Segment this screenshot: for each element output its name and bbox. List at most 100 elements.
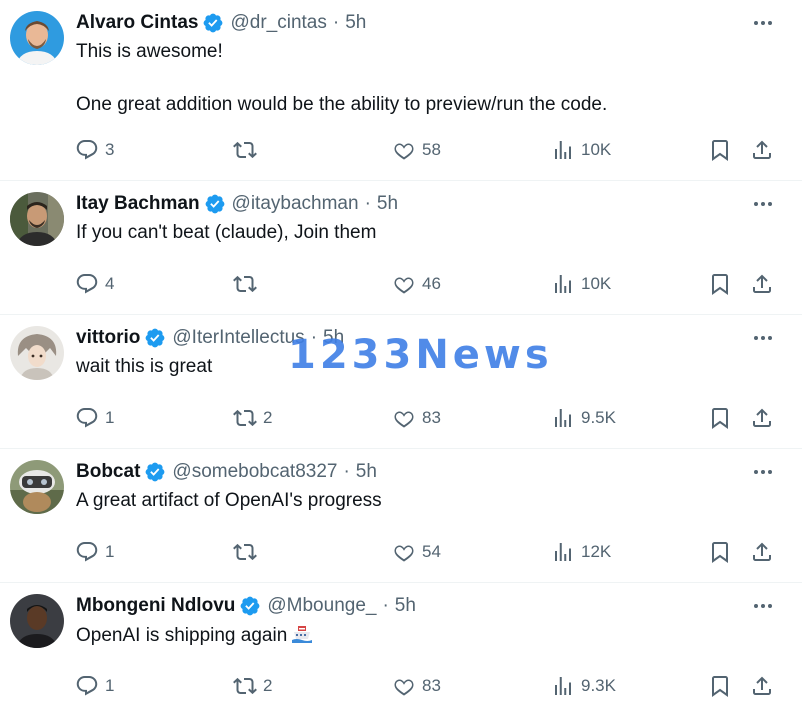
bookmark-icon bbox=[708, 674, 732, 698]
share-icon bbox=[750, 272, 774, 296]
tweet[interactable]: Itay Bachman @itaybachman · 5h If you ca… bbox=[0, 181, 802, 315]
retweet-button[interactable]: 2 bbox=[233, 405, 272, 431]
display-name[interactable]: Mbongeni Ndlovu bbox=[76, 594, 235, 618]
share-button[interactable] bbox=[750, 405, 774, 431]
tweet[interactable]: vittorio @IterIntellectus · 5h wait this… bbox=[0, 315, 802, 449]
display-name[interactable]: Bobcat bbox=[76, 460, 140, 484]
views-count: 10K bbox=[581, 140, 612, 159]
tweet[interactable]: Mbongeni Ndlovu @Mbounge_ · 5h OpenAI is… bbox=[0, 583, 802, 717]
bookmark-button[interactable] bbox=[708, 405, 732, 431]
more-icon[interactable] bbox=[752, 597, 774, 615]
reply-count: 4 bbox=[105, 274, 115, 293]
views-icon bbox=[551, 272, 575, 296]
display-name[interactable]: Itay Bachman bbox=[76, 192, 200, 216]
reply-icon bbox=[75, 272, 99, 296]
views-count: 9.5K bbox=[581, 408, 616, 427]
more-icon[interactable] bbox=[752, 463, 774, 481]
share-button[interactable] bbox=[750, 271, 774, 297]
display-name[interactable]: vittorio bbox=[76, 326, 140, 350]
user-handle[interactable]: @itaybachman bbox=[232, 192, 359, 216]
like-button[interactable]: 58 bbox=[392, 137, 441, 163]
reply-button[interactable]: 1 bbox=[75, 539, 114, 565]
heart-icon bbox=[392, 406, 416, 430]
retweet-icon bbox=[233, 540, 257, 564]
reply-count: 3 bbox=[105, 140, 115, 159]
tweet-actions: 1 54 12K bbox=[0, 539, 802, 565]
more-icon[interactable] bbox=[752, 195, 774, 213]
reply-button[interactable]: 1 bbox=[75, 405, 114, 431]
display-name[interactable]: Alvaro Cintas bbox=[76, 11, 198, 35]
bookmark-icon bbox=[708, 540, 732, 564]
views-icon bbox=[551, 138, 575, 162]
like-button[interactable]: 54 bbox=[392, 539, 441, 565]
views-button[interactable]: 12K bbox=[551, 539, 611, 565]
retweet-icon bbox=[233, 674, 257, 698]
views-button[interactable]: 9.5K bbox=[551, 405, 616, 431]
timestamp[interactable]: 5h bbox=[345, 11, 366, 35]
reply-icon bbox=[75, 674, 99, 698]
share-button[interactable] bbox=[750, 137, 774, 163]
avatar[interactable] bbox=[10, 594, 64, 648]
avatar[interactable] bbox=[10, 192, 64, 246]
reply-button[interactable]: 3 bbox=[75, 137, 114, 163]
like-button[interactable]: 83 bbox=[392, 405, 441, 431]
timestamp[interactable]: 5h bbox=[356, 460, 377, 484]
bookmark-button[interactable] bbox=[708, 271, 732, 297]
retweet-button[interactable] bbox=[233, 137, 263, 163]
timestamp[interactable]: 5h bbox=[323, 326, 344, 350]
timestamp[interactable]: 5h bbox=[395, 594, 416, 618]
reply-button[interactable]: 4 bbox=[75, 271, 114, 297]
tweet-text-content: OpenAI is shipping again bbox=[76, 625, 288, 646]
tweet-text-paragraph: One great addition would be the ability … bbox=[76, 94, 608, 115]
more-icon[interactable] bbox=[752, 329, 774, 347]
share-icon bbox=[750, 540, 774, 564]
verified-badge-icon bbox=[144, 327, 166, 349]
tweet[interactable]: Alvaro Cintas @dr_cintas · 5h This is aw… bbox=[0, 0, 802, 181]
ship-emoji-icon bbox=[291, 623, 313, 645]
views-button[interactable]: 9.3K bbox=[551, 673, 616, 699]
like-button[interactable]: 46 bbox=[392, 271, 441, 297]
bookmark-button[interactable] bbox=[708, 539, 732, 565]
views-button[interactable]: 10K bbox=[551, 137, 611, 163]
tweet-actions: 1 2 83 9.5K bbox=[0, 405, 802, 431]
tweet-header: vittorio @IterIntellectus · 5h bbox=[76, 326, 344, 350]
separator-dot: · bbox=[310, 327, 318, 348]
user-handle[interactable]: @IterIntellectus bbox=[172, 326, 304, 350]
separator-dot: · bbox=[364, 193, 371, 214]
share-icon bbox=[750, 138, 774, 162]
views-icon bbox=[551, 540, 575, 564]
retweet-button[interactable] bbox=[233, 271, 263, 297]
retweet-count: 2 bbox=[263, 408, 273, 427]
reply-icon bbox=[75, 540, 99, 564]
bookmark-button[interactable] bbox=[708, 137, 732, 163]
user-handle[interactable]: @somebobcat8327 bbox=[172, 460, 337, 484]
reply-icon bbox=[75, 406, 99, 430]
retweet-button[interactable]: 2 bbox=[233, 673, 272, 699]
heart-icon bbox=[392, 674, 416, 698]
timestamp[interactable]: 5h bbox=[377, 192, 398, 216]
tweet[interactable]: Bobcat @somebobcat8327 · 5h A great arti… bbox=[0, 449, 802, 583]
verified-badge-icon bbox=[239, 595, 261, 617]
share-button[interactable] bbox=[750, 539, 774, 565]
heart-icon bbox=[392, 540, 416, 564]
share-button[interactable] bbox=[750, 673, 774, 699]
user-handle[interactable]: @Mbounge_ bbox=[267, 594, 376, 618]
avatar[interactable] bbox=[10, 326, 64, 380]
like-button[interactable]: 83 bbox=[392, 673, 441, 699]
like-count: 83 bbox=[422, 408, 441, 427]
separator-dot: · bbox=[382, 595, 389, 616]
bookmark-button[interactable] bbox=[708, 673, 732, 699]
more-icon[interactable] bbox=[752, 14, 774, 32]
reply-button[interactable]: 1 bbox=[75, 673, 114, 699]
retweet-count: 2 bbox=[263, 676, 273, 695]
retweet-button[interactable] bbox=[233, 539, 263, 565]
like-count: 83 bbox=[422, 676, 441, 695]
bookmark-icon bbox=[708, 272, 732, 296]
tweet-header: Itay Bachman @itaybachman · 5h bbox=[76, 192, 398, 216]
retweet-icon bbox=[233, 406, 257, 430]
user-handle[interactable]: @dr_cintas bbox=[230, 11, 326, 35]
retweet-icon bbox=[233, 272, 257, 296]
views-button[interactable]: 10K bbox=[551, 271, 611, 297]
avatar[interactable] bbox=[10, 11, 64, 65]
avatar[interactable] bbox=[10, 460, 64, 514]
